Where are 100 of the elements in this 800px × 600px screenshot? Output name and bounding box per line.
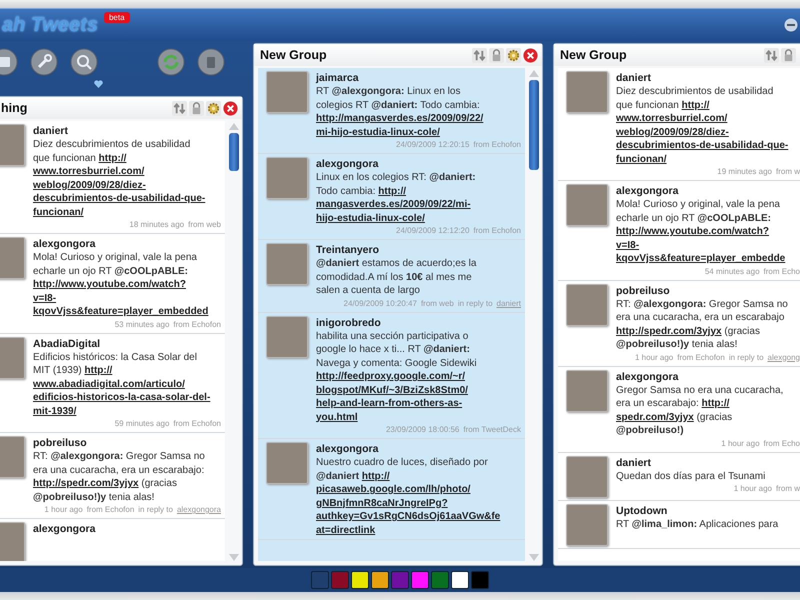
tweet-time: 1 hour ago bbox=[44, 505, 83, 514]
scrollbar[interactable] bbox=[528, 68, 540, 561]
tweet-source: from w bbox=[776, 167, 800, 176]
trash-icon[interactable] bbox=[197, 48, 225, 76]
tweet-link[interactable]: mit-1939/ bbox=[33, 406, 76, 416]
search-icon[interactable] bbox=[70, 48, 98, 76]
close-icon[interactable] bbox=[523, 48, 538, 62]
tweet-source: from web bbox=[188, 220, 221, 229]
tweet-text: Edificios históricos: la Casa Solar del MIT (1939) http:// www.abadiadigital.com/articulo/ edificios-historicos-la-casa-solar-del- mit-1939/ bbox=[33, 350, 212, 418]
tweet-link[interactable]: www.abadiadigital.com/articulo/ bbox=[33, 378, 185, 390]
scrollbar-thumb[interactable] bbox=[229, 133, 239, 171]
tweet-link[interactable]: mi-hijo-estudia-linux-cole/ bbox=[316, 126, 440, 138]
tweet-link[interactable]: http://spedr.com/3yjyx bbox=[33, 478, 139, 489]
tweet-link[interactable]: http://feedproxy.google.com/~r/ bbox=[316, 371, 465, 382]
color-swatch[interactable] bbox=[311, 571, 329, 589]
avatar-photo bbox=[566, 370, 608, 412]
tweet-link[interactable]: you.html bbox=[316, 412, 358, 422]
tweet-source: from Echofon bbox=[173, 320, 221, 328]
tweet-link[interactable]: mangasverdes.es/2009/09/22/mi- bbox=[316, 199, 471, 210]
heart-icon bbox=[94, 80, 103, 88]
color-swatch[interactable] bbox=[451, 571, 469, 589]
tweet-link[interactable]: blogspot/MKuf/~3/BziZsk8Stm0/ bbox=[316, 384, 468, 396]
reply-label: in reply to bbox=[458, 298, 493, 308]
scrollbar-thumb[interactable] bbox=[529, 80, 539, 170]
tweet-link[interactable]: http://spedr.com/3yjyx bbox=[616, 326, 722, 336]
tweet-author[interactable]: alexgongora bbox=[33, 522, 221, 536]
tweet-link[interactable]: edificios-historicos-la-casa-solar-del- bbox=[33, 392, 210, 403]
sort-icon[interactable] bbox=[172, 100, 187, 116]
tweet-link[interactable]: weblog/2009/09/28/diez- bbox=[33, 180, 146, 190]
tweet-author[interactable]: inigorobredo bbox=[316, 316, 521, 330]
tweet-source: from Echofon bbox=[86, 505, 134, 514]
tweet-text: Linux en los colegios RT: @daniert: Todo cambia: http:// mangasverdes.es/2009/09/22/mi- hijo-estudia-linux-cole/ bbox=[316, 171, 477, 225]
lock-icon[interactable] bbox=[781, 48, 796, 62]
tweet-link[interactable]: authkey=Gv1sRgCN6dsOj61aaVGw&fe bbox=[316, 511, 500, 522]
tweet-link[interactable]: http:// bbox=[98, 152, 126, 164]
tweet-link[interactable]: http:// bbox=[84, 365, 112, 376]
color-swatch[interactable] bbox=[371, 571, 389, 589]
tweet-link[interactable]: kqovVjss&feature=player_embedded bbox=[33, 306, 208, 317]
tweet-link[interactable]: v=I8- bbox=[33, 292, 56, 304]
tweet-source: from Echo bbox=[764, 438, 800, 448]
tweet-link[interactable]: http:// bbox=[702, 398, 730, 409]
settings-icon[interactable] bbox=[206, 100, 221, 116]
settings-icon[interactable] bbox=[506, 48, 521, 62]
tweet-link[interactable]: http:// bbox=[362, 470, 390, 482]
tweet-link[interactable]: picasaweb.google.com/lh/photo/ bbox=[316, 484, 470, 495]
tweet-link[interactable]: http:// bbox=[378, 186, 406, 196]
tweet-link[interactable]: gNBnjfmnR8caNrJngreIPg? bbox=[316, 498, 448, 508]
tweet-link[interactable]: hijo-estudia-linux-cole/ bbox=[316, 212, 425, 224]
tweet-text: RT: @alexgongora: Gregor Samsa no era una cucaracha, era un escarabajo: http://spedr.com/3yjyx (gracias @pobreiluso!)y tenia alas! bbox=[33, 450, 206, 504]
tweet-author[interactable]: Uptodown bbox=[616, 504, 800, 518]
tweet-author[interactable]: daniert bbox=[33, 124, 221, 138]
lock-icon[interactable] bbox=[189, 100, 204, 116]
tweet-link[interactable]: http://www.youtube.com/watch? bbox=[33, 279, 186, 290]
color-swatch[interactable] bbox=[331, 571, 349, 589]
tweet-text: Diez descubrimientos de usabilidad que funcionan http:// www.torresburriel.com/ weblog/2009/09/28/diez- descubrimientos-de-usabilidad-que- funcionan/ bbox=[616, 85, 790, 166]
color-swatch[interactable] bbox=[471, 571, 489, 589]
tweet-text: Diez descubrimientos de usabilidad que funcionan http:// www.torresburriel.com/ weblog/2009/09/28/diez- descubrimientos-de-usabilidad-que- funcionan/ bbox=[33, 138, 206, 219]
tweet-link[interactable]: http://www.youtube.com/watch? bbox=[616, 226, 769, 237]
tweet-link[interactable]: kqovVjss&feature=player_embedde bbox=[616, 253, 786, 264]
tweet-author[interactable]: pobreiluso bbox=[33, 436, 221, 450]
tweet-link[interactable]: www.torresburriel.com/ bbox=[616, 113, 728, 124]
tweet-link[interactable]: http:// bbox=[682, 100, 710, 110]
sort-icon[interactable] bbox=[472, 48, 487, 62]
lock-icon[interactable] bbox=[489, 48, 504, 62]
tweet-link[interactable]: funcionan/ bbox=[33, 206, 84, 218]
tweet-author[interactable]: alexgongora bbox=[616, 370, 800, 384]
tweet-link[interactable]: v=I8- bbox=[616, 240, 640, 250]
tweet-author[interactable]: alexgongora bbox=[316, 157, 521, 171]
tweet-link[interactable]: spedr.com/3yjyx bbox=[616, 412, 694, 422]
refresh-icon[interactable] bbox=[157, 48, 185, 76]
tweet-link[interactable]: www.torresburriel.com/ bbox=[33, 166, 144, 177]
tweet-author[interactable]: daniert bbox=[616, 456, 800, 470]
minimize-icon[interactable] bbox=[784, 18, 798, 32]
tweet-link[interactable]: funcionan/ bbox=[616, 154, 667, 164]
tweet-link[interactable]: weblog/2009/09/28/diez- bbox=[616, 126, 729, 138]
tweet-author[interactable]: alexgongora bbox=[616, 184, 800, 198]
tweet-text: Quedan dos días para el Tsunami bbox=[616, 470, 766, 483]
tweet-author[interactable]: Treintanyero bbox=[316, 243, 521, 257]
tweet-link[interactable]: descubrimientos-de-usabilidad-que- bbox=[616, 140, 788, 151]
tweet-time: 24/09/2009 10:20:47 bbox=[344, 298, 417, 308]
color-swatch[interactable] bbox=[411, 571, 429, 589]
tweet-author[interactable]: daniert bbox=[616, 71, 800, 85]
tweet-author[interactable]: alexgongora bbox=[316, 442, 521, 456]
color-swatch[interactable] bbox=[431, 571, 449, 589]
tweet-author[interactable]: jaimarca bbox=[316, 71, 521, 85]
tweet-author[interactable]: AbadiaDigital bbox=[33, 336, 221, 350]
color-swatch[interactable] bbox=[391, 571, 409, 589]
color-swatch[interactable] bbox=[351, 571, 369, 589]
tweet-author[interactable]: pobreiluso bbox=[616, 284, 800, 298]
wrench-icon[interactable] bbox=[30, 48, 58, 76]
tweet-time: 24/09/2009 12:20:15 bbox=[396, 140, 470, 149]
tweet-time: 24/09/2009 12:12:20 bbox=[396, 226, 470, 235]
tweet-link[interactable]: at=directlink bbox=[316, 524, 376, 536]
tweet-link[interactable]: descubrimientos-de-usabilidad-que- bbox=[33, 193, 206, 204]
scrollbar[interactable] bbox=[228, 121, 240, 561]
tweet-author[interactable]: alexgongora bbox=[33, 237, 221, 251]
close-icon[interactable] bbox=[223, 100, 238, 116]
tweet-link[interactable]: help-and-learn-from-others-as- bbox=[316, 398, 462, 409]
tweet-link[interactable]: http://mangasverdes.es/2009/09/22/ bbox=[316, 113, 484, 124]
sort-icon[interactable] bbox=[764, 48, 779, 62]
